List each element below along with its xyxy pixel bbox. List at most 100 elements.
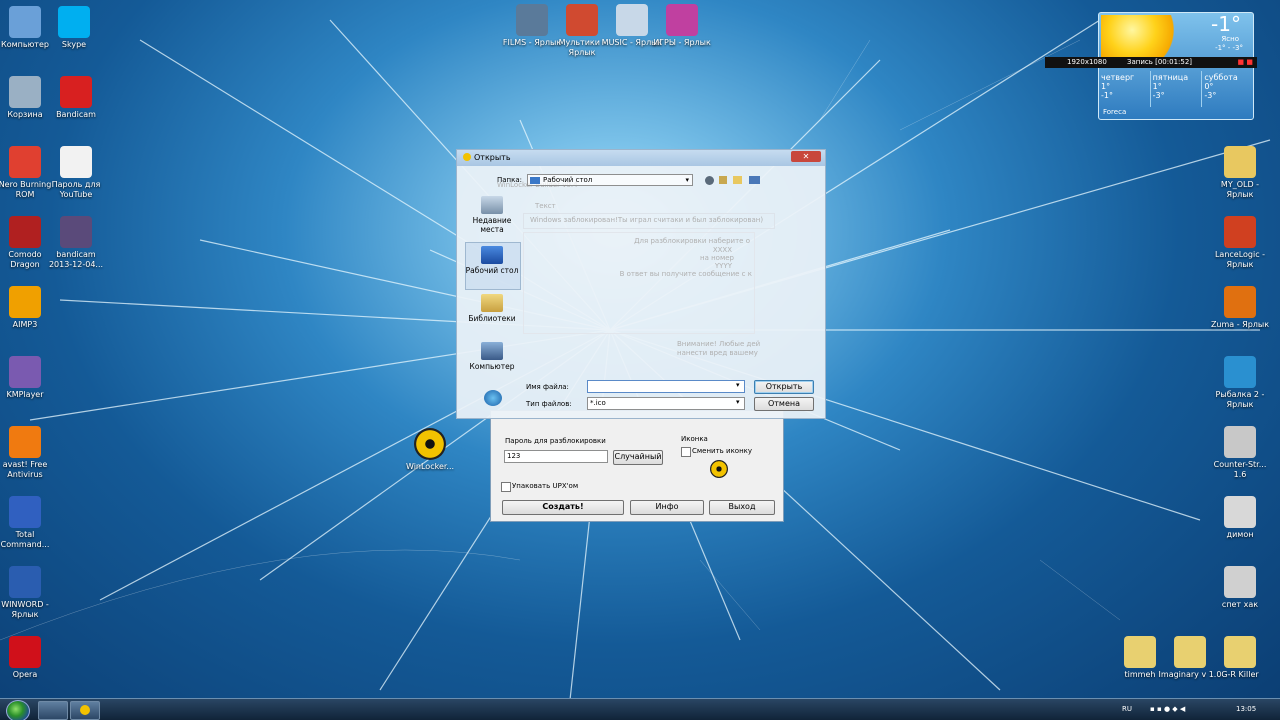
desktop-icon-left-9[interactable]: KMPlayer [0, 356, 57, 400]
change-icon-label: Сменить иконку [692, 447, 753, 455]
password-input[interactable]: 123 [504, 450, 608, 463]
desktop-icon-right-0[interactable]: MY_OLD - Ярлык [1208, 146, 1272, 200]
desktop-icon-label: LanceLogic - Ярлык [1214, 250, 1266, 269]
close-button[interactable]: ✕ [791, 151, 821, 162]
games-icon [666, 4, 698, 36]
chevron-down-icon[interactable]: ▾ [736, 398, 740, 406]
comodo-dragon-icon [9, 216, 41, 248]
create-button[interactable]: Создать! [502, 500, 624, 515]
open-button[interactable]: Открыть [754, 380, 814, 394]
filename-label: Имя файла: [526, 383, 569, 391]
desktop-icon-left-3[interactable]: Bandicam [44, 76, 108, 120]
desktop-icon [481, 246, 503, 264]
start-button[interactable] [6, 700, 30, 720]
tray-icons[interactable]: ▪ ▪ ● ◆ ◀ [1150, 705, 1185, 713]
taskbar-winlocker-button[interactable] [70, 701, 100, 720]
ghost-line: YYYY [714, 262, 732, 270]
bandicam-recording-bar[interactable]: 1920x1080 Запись [00:01:52] ■ ■ [1045, 57, 1257, 68]
radiation-icon [710, 460, 728, 478]
monitor-icon [516, 4, 548, 36]
folder-icon [1224, 636, 1256, 668]
aimp-icon [9, 286, 41, 318]
nav-label: Библиотеки [468, 314, 516, 323]
forecast-low: -3° [1152, 91, 1165, 100]
desktop-icon-left-13[interactable]: Opera [0, 636, 57, 680]
filename-input[interactable] [587, 380, 745, 393]
desktop-icon-winlocker[interactable]: WinLocker... [398, 428, 462, 472]
desktop-icon-top-3[interactable]: ИГРЫ - Ярлык [650, 4, 714, 48]
desktop-icon-right-4[interactable]: Counter-Str... 1.6 [1208, 426, 1272, 480]
new-folder-icon[interactable] [733, 176, 742, 184]
record-stop-icon[interactable]: ■ ■ [1238, 57, 1253, 68]
open-file-dialog[interactable]: Открыть ✕ WinLocker Builder v0.4 Текст W… [456, 149, 826, 419]
recent-places-icon [481, 196, 503, 214]
desktop-icon-left-10[interactable]: avast! Free Antivirus [0, 426, 57, 480]
desktop-icon-label: bandicam 2013-12-04... [48, 250, 104, 269]
exit-button[interactable]: Выход [709, 500, 775, 515]
up-folder-icon[interactable] [719, 176, 727, 184]
desktop-icon-label: MY_OLD - Ярлык [1220, 180, 1260, 199]
weather-range: -1° - -3° [1215, 44, 1243, 52]
bandicam-icon [60, 76, 92, 108]
ghost-warning-line: Внимание! Любые дей [677, 340, 761, 348]
desktop-icon-label: Total Command... [0, 530, 50, 549]
ghost-line: В ответ вы получите сообщение с к [619, 270, 752, 278]
folder-icon [1224, 146, 1256, 178]
cancel-button[interactable]: Отмена [754, 397, 814, 411]
upx-checkbox[interactable] [501, 482, 511, 492]
chevron-down-icon[interactable]: ▾ [736, 381, 740, 389]
libraries-icon [481, 294, 503, 312]
desktop-icon-right-1[interactable]: LanceLogic - Ярлык [1208, 216, 1272, 270]
counter-strike-icon [1224, 426, 1256, 458]
desktop-icon-left-12[interactable]: WINWORD - Ярлык [0, 566, 57, 620]
language-indicator[interactable]: RU [1122, 705, 1132, 713]
winlocker-builder-window[interactable]: Пароль для разблокировки 123 Случайный И… [490, 410, 784, 522]
filetype-select[interactable]: *.ico [587, 397, 745, 410]
nav-recent-places[interactable]: Недавние места [464, 196, 520, 234]
change-icon-checkbox[interactable] [681, 447, 691, 457]
dialog-titlebar[interactable]: Открыть ✕ [457, 150, 825, 166]
desktop-icon-right-5[interactable]: димон [1208, 496, 1272, 540]
word-icon [9, 566, 41, 598]
radiation-icon [414, 428, 446, 460]
desktop-icon-left-5[interactable]: Пароль для YouTube [44, 146, 108, 200]
forecast-day-name: суббота [1204, 73, 1238, 82]
taskbar-app-button[interactable] [38, 701, 68, 720]
desktop-icon-left-8[interactable]: AIMP3 [0, 286, 57, 330]
folder-label: Папка: [497, 176, 523, 184]
ghost-line: на номер [700, 254, 734, 262]
nav-desktop[interactable]: Рабочий стол [464, 246, 520, 275]
desktop-icon-left-7[interactable]: bandicam 2013-12-04... [44, 216, 108, 270]
ghost-text-field: Windows заблокирован!Ты играл считаки и … [523, 213, 775, 229]
clock[interactable]: 13:05 [1236, 705, 1256, 713]
desktop-icon-left-1[interactable]: Skype [42, 6, 106, 50]
folder-icon [1124, 636, 1156, 668]
cs-player-icon [1224, 566, 1256, 598]
globe-icon [1224, 356, 1256, 388]
desktop-icon-label: Opera [12, 670, 38, 679]
desktop-icon-label: WINWORD - Ярлык [1, 600, 49, 619]
desktop-icon-left-11[interactable]: Total Command... [0, 496, 57, 550]
recording-resolution: 1920x1080 [1067, 58, 1107, 66]
network-icon[interactable] [484, 390, 502, 406]
computer-icon [9, 6, 41, 38]
zuma-icon [1224, 286, 1256, 318]
desktop-icon-right-2[interactable]: Zuma - Ярлык [1208, 286, 1272, 330]
desktop-icon-right-3[interactable]: Рыбалка 2 - Ярлык [1208, 356, 1272, 410]
radiation-icon [463, 153, 471, 161]
forecast-low: -3° [1204, 91, 1217, 100]
forecast-high: 1° [1101, 82, 1111, 91]
password-label: Пароль для разблокировки [505, 437, 606, 445]
nav-computer[interactable]: Компьютер [464, 342, 520, 371]
random-button[interactable]: Случайный [613, 450, 663, 465]
view-menu-icon[interactable] [749, 176, 760, 184]
desktop-icon-bottom-2[interactable]: G-R Killer [1208, 636, 1272, 680]
info-button[interactable]: Инфо [630, 500, 704, 515]
desktop-icon-right-6[interactable]: спет хак [1208, 566, 1272, 610]
nav-libraries[interactable]: Библиотеки [464, 294, 520, 323]
back-icon[interactable] [705, 176, 714, 185]
folder-combobox[interactable]: Рабочий стол ▾ [527, 174, 693, 186]
nav-label: Недавние места [472, 216, 512, 234]
ghost-line: Для разблокировки наберите о [634, 237, 750, 245]
forecast-day-name: пятница [1152, 73, 1189, 82]
